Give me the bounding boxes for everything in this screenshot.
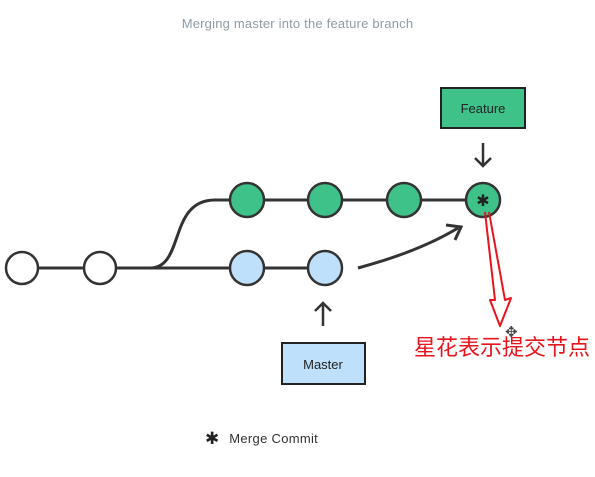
feature-branch-label: Feature xyxy=(461,101,506,116)
annotation-arrow xyxy=(484,211,512,327)
legend-label: Merge Commit xyxy=(229,431,319,446)
master-commit-node xyxy=(306,249,344,287)
move-cursor-icon: ✥ xyxy=(505,324,518,341)
feature-commit-node xyxy=(385,181,423,219)
master-branch-label: Master xyxy=(303,357,343,372)
annotation-text: 星花表示提交节点 xyxy=(414,336,591,361)
asterisk-icon: ✱ xyxy=(205,429,220,448)
diagram-canvas: ✱ Feature Master Merging master into the… xyxy=(0,0,595,472)
commit-node xyxy=(4,250,40,286)
feature-commit-node xyxy=(228,181,266,219)
diagram-title: Merging master into the feature branch xyxy=(181,16,414,31)
feature-commit-node xyxy=(306,181,344,219)
master-commit-node xyxy=(228,249,266,287)
commit-node xyxy=(82,250,118,286)
merge-commit-symbol: ✱ xyxy=(476,191,489,210)
legend: ✱ Merge Commit xyxy=(205,430,318,447)
branch-diagram: ✱ Feature Master xyxy=(4,87,526,385)
feature-pointer-arrow xyxy=(474,143,492,168)
merge-arrow xyxy=(357,226,459,270)
master-pointer-arrow xyxy=(314,301,332,326)
